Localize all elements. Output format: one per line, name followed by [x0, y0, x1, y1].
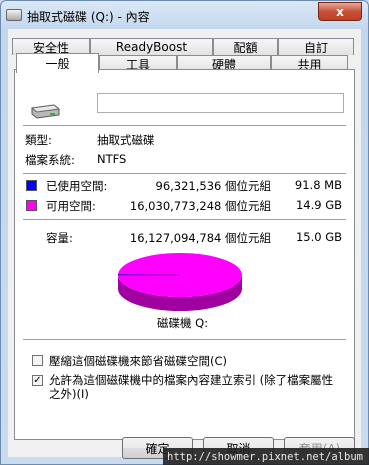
compress-label[interactable]: 壓縮這個磁碟機來節省磁碟空間(C): [49, 353, 227, 369]
free-color-swatch: [26, 200, 37, 211]
close-icon: x: [336, 4, 344, 19]
type-label: 類型:: [25, 133, 52, 147]
index-checkbox[interactable]: ✓: [32, 375, 43, 386]
separator: [23, 173, 346, 174]
tab-customize[interactable]: 自訂: [278, 38, 354, 55]
used-space-size: 91.8 MB: [294, 178, 342, 192]
used-color-swatch: [26, 180, 37, 191]
used-space-bytes: 96,321,536 個位元組: [155, 179, 272, 193]
disk-letter-label: 磁碟機 Q:: [157, 316, 209, 330]
separator: [23, 125, 346, 126]
disk-usage-pie-chart: [118, 253, 242, 311]
used-space-label: 已使用空間:: [46, 179, 108, 193]
properties-window: 抽取式磁碟 (Q:) - 內容 x 安全性 ReadyBoost 配額 自訂 一…: [0, 0, 369, 465]
separator: [23, 219, 346, 220]
free-space-label: 可用空間:: [46, 199, 96, 213]
index-label-line1[interactable]: 允許為這個磁碟機中的檔案內容建立索引 (除了檔案屬性: [49, 372, 333, 388]
tab-quota[interactable]: 配額: [213, 38, 278, 55]
separator: [23, 339, 346, 340]
compress-checkbox[interactable]: [32, 355, 43, 366]
close-button[interactable]: x: [318, 2, 362, 21]
capacity-size: 15.0 GB: [295, 230, 342, 244]
tab-general[interactable]: 一般: [16, 53, 99, 73]
tab-readyboost[interactable]: ReadyBoost: [90, 38, 213, 55]
free-space-bytes: 16,030,773,248 個位元組: [129, 199, 271, 213]
filesystem-value: NTFS: [97, 152, 127, 166]
drive-icon: [6, 9, 22, 21]
capacity-label: 容量:: [46, 231, 73, 245]
free-space-size: 14.9 GB: [295, 198, 342, 212]
drive-name-input[interactable]: [97, 93, 344, 113]
filesystem-label: 檔案系統:: [25, 153, 75, 167]
dialog-client: 安全性 ReadyBoost 配額 自訂 一般 工具 硬體 共用 類型: 抽取式…: [8, 29, 361, 459]
index-label-line2[interactable]: 之外)(I): [49, 386, 89, 402]
type-value: 抽取式磁碟: [97, 133, 155, 147]
check-icon: ✓: [33, 374, 42, 386]
title-bar[interactable]: 抽取式磁碟 (Q:) - 內容 x: [1, 1, 368, 29]
window-title: 抽取式磁碟 (Q:) - 內容: [27, 10, 150, 24]
removable-drive-icon: [30, 104, 61, 119]
watermark: http://showmer.pixnet.net/album: [163, 448, 369, 465]
capacity-bytes: 16,127,094,784 個位元組: [129, 231, 271, 245]
general-panel: 類型: 抽取式磁碟 檔案系統: NTFS 已使用空間: 96,321,536 個…: [14, 69, 355, 440]
